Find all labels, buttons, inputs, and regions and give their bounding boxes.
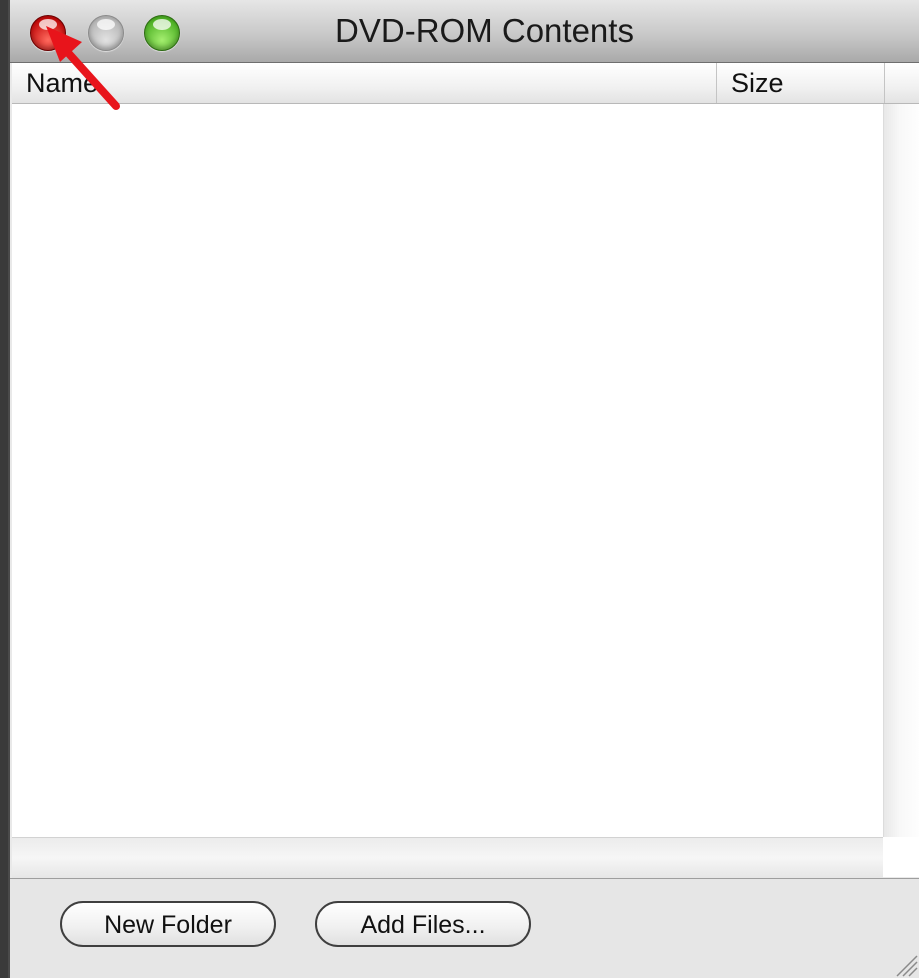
list-header: Name Size <box>12 63 919 104</box>
resize-grip-icon[interactable] <box>891 950 919 978</box>
file-list[interactable] <box>12 104 883 837</box>
dvd-rom-contents-window: DVD-ROM Contents Name Size New Folder Ad… <box>8 0 919 978</box>
scroll-corner <box>883 837 919 877</box>
window-title: DVD-ROM Contents <box>335 12 634 49</box>
new-folder-button[interactable]: New Folder <box>60 901 276 947</box>
title-bar[interactable]: DVD-ROM Contents <box>10 0 919 63</box>
column-header-blank <box>885 63 919 103</box>
add-files-button[interactable]: Add Files... <box>315 901 531 947</box>
horizontal-scrollbar[interactable] <box>12 837 883 878</box>
column-header-name[interactable]: Name <box>12 63 717 103</box>
vertical-scrollbar[interactable] <box>883 104 919 837</box>
column-header-size[interactable]: Size <box>717 63 885 103</box>
bottom-bar: New Folder Add Files... <box>10 878 919 978</box>
